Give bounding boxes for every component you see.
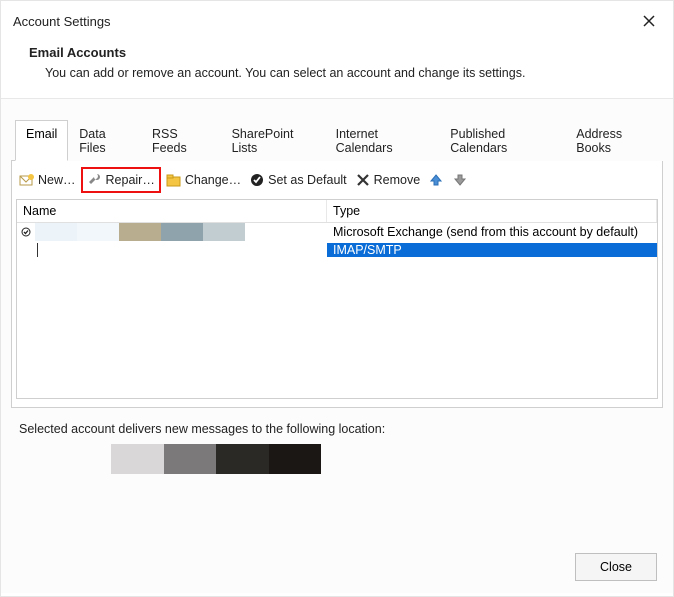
tab-address-books[interactable]: Address Books	[565, 120, 663, 161]
arrow-down-icon	[452, 172, 468, 188]
header-description: You can add or remove an account. You ca…	[29, 66, 645, 80]
swatch	[35, 223, 77, 241]
close-button[interactable]: Close	[575, 553, 657, 581]
swatch	[119, 223, 161, 241]
tab-panel-email: New… Repair… Change…	[11, 161, 663, 408]
repair-label: Repair…	[106, 173, 155, 187]
header-block: Email Accounts You can add or remove an …	[1, 37, 673, 98]
account-name-cell	[35, 243, 327, 257]
move-up-button[interactable]	[425, 170, 447, 190]
swatch	[269, 444, 322, 474]
swatch	[77, 223, 119, 241]
tab-data-files[interactable]: Data Files	[68, 120, 141, 161]
remove-button[interactable]: Remove	[352, 170, 424, 190]
dialog-body: Email Data Files RSS Feeds SharePoint Li…	[1, 98, 673, 593]
delivery-message: Selected account delivers new messages t…	[11, 408, 663, 444]
tab-email[interactable]: Email	[15, 120, 68, 161]
swatch	[216, 444, 269, 474]
delivery-location-redacted	[111, 444, 321, 474]
check-circle-icon	[249, 172, 265, 188]
set-default-button[interactable]: Set as Default	[246, 170, 350, 190]
swatch	[164, 444, 217, 474]
close-icon[interactable]	[637, 9, 661, 33]
repair-highlight: Repair…	[81, 167, 161, 193]
window-title: Account Settings	[13, 14, 111, 29]
tab-sharepoint-lists[interactable]: SharePoint Lists	[221, 120, 325, 161]
account-type: Microsoft Exchange (send from this accou…	[327, 225, 657, 239]
swatch	[161, 223, 203, 241]
move-down-button[interactable]	[449, 170, 471, 190]
wrench-icon	[87, 172, 103, 188]
tab-strip: Email Data Files RSS Feeds SharePoint Li…	[11, 119, 663, 161]
arrow-up-icon	[428, 172, 444, 188]
envelope-new-icon	[19, 172, 35, 188]
account-list[interactable]: Name Type	[16, 199, 658, 399]
change-label: Change…	[185, 173, 241, 187]
tab-internet-calendars[interactable]: Internet Calendars	[325, 120, 440, 161]
folder-change-icon	[166, 172, 182, 188]
tab-rss-feeds[interactable]: RSS Feeds	[141, 120, 221, 161]
new-label: New…	[38, 173, 76, 187]
swatch	[203, 223, 245, 241]
repair-button[interactable]: Repair…	[84, 170, 158, 190]
swatch	[111, 444, 164, 474]
header-title: Email Accounts	[29, 45, 645, 60]
account-type: IMAP/SMTP	[327, 243, 657, 257]
account-settings-window: Account Settings Email Accounts You can …	[0, 0, 674, 597]
change-button[interactable]: Change…	[163, 170, 244, 190]
table-row[interactable]: Microsoft Exchange (send from this accou…	[17, 223, 657, 241]
tab-published-calendars[interactable]: Published Calendars	[439, 120, 565, 161]
dialog-footer: Close	[575, 553, 657, 581]
x-icon	[355, 172, 371, 188]
text-caret	[37, 243, 38, 257]
column-type[interactable]: Type	[327, 200, 657, 222]
set-default-label: Set as Default	[268, 173, 347, 187]
remove-label: Remove	[374, 173, 421, 187]
default-account-icon	[17, 227, 35, 237]
titlebar: Account Settings	[1, 1, 673, 37]
column-name[interactable]: Name	[17, 200, 327, 222]
new-button[interactable]: New…	[16, 170, 79, 190]
table-row[interactable]: IMAP/SMTP	[17, 241, 657, 259]
toolbar: New… Repair… Change…	[12, 165, 662, 199]
list-header: Name Type	[17, 200, 657, 223]
account-name-redacted	[35, 223, 327, 241]
